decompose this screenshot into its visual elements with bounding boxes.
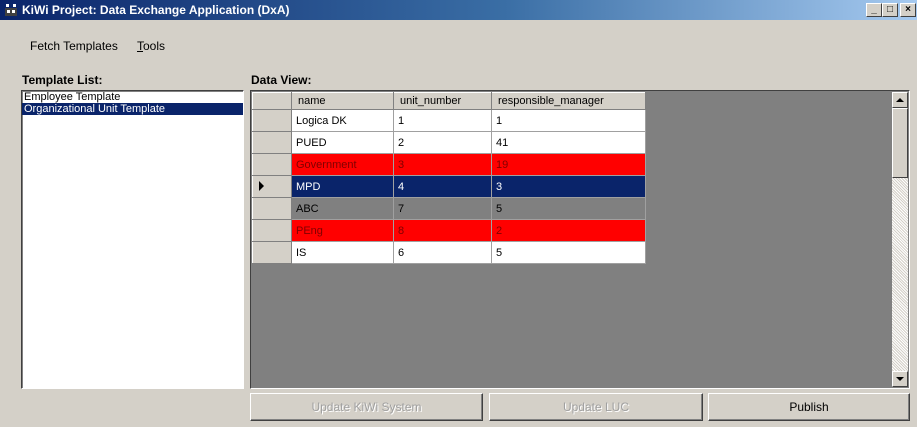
cell-unit-number[interactable]: 3 (393, 153, 492, 176)
column-header-name[interactable]: name (291, 92, 394, 110)
publish-button[interactable]: Publish (708, 393, 910, 421)
cell-name[interactable]: ABC (291, 197, 394, 220)
cell-name[interactable]: Government (291, 153, 394, 176)
close-button[interactable]: × (900, 3, 916, 17)
template-list-label: Template List: (22, 73, 103, 87)
update-luc-button[interactable]: Update LUC (489, 393, 703, 421)
column-header-responsible-manager[interactable]: responsible_manager (491, 92, 646, 110)
cell-name[interactable]: PEng (291, 219, 394, 242)
list-item-organizational-unit-template[interactable]: Organizational Unit Template (22, 103, 243, 115)
data-view-label: Data View: (251, 73, 312, 87)
template-list[interactable]: Employee Template Organizational Unit Te… (21, 90, 244, 389)
maximize-button[interactable]: □ (882, 3, 898, 17)
scroll-up-button[interactable] (892, 92, 908, 108)
row-header[interactable] (252, 109, 292, 132)
menu-tools-label: ools (143, 39, 166, 53)
cell-responsible-manager[interactable]: 5 (491, 197, 646, 220)
row-header[interactable] (252, 241, 292, 264)
cell-responsible-manager[interactable]: 41 (491, 131, 646, 154)
column-header-unit-number[interactable]: unit_number (393, 92, 492, 110)
table-row[interactable]: IS 6 5 (252, 241, 646, 264)
vertical-scrollbar[interactable] (892, 92, 908, 387)
cell-responsible-manager[interactable]: 5 (491, 241, 646, 264)
update-kiwi-system-button[interactable]: Update KiWi System (250, 393, 483, 421)
current-row-arrow-icon (259, 181, 264, 191)
cell-name[interactable]: PUED (291, 131, 394, 154)
cell-responsible-manager[interactable]: 19 (491, 153, 646, 176)
cell-unit-number[interactable]: 4 (393, 175, 492, 198)
scroll-down-button[interactable] (892, 371, 908, 387)
corner-header (252, 92, 292, 110)
row-header[interactable] (252, 219, 292, 242)
header-row: name unit_number responsible_manager (252, 92, 646, 110)
table-row[interactable]: ABC 7 5 (252, 197, 646, 220)
cell-responsible-manager[interactable]: 2 (491, 219, 646, 242)
table-row[interactable]: Government 3 19 (252, 153, 646, 176)
window-title: KiWi Project: Data Exchange Application … (22, 3, 290, 17)
row-header[interactable] (252, 197, 292, 220)
menu-tools[interactable]: Tools (137, 39, 165, 53)
row-header[interactable] (252, 153, 292, 176)
data-table: name unit_number responsible_manager Log… (252, 92, 646, 264)
table-row[interactable]: Logica DK 1 1 (252, 109, 646, 132)
cell-responsible-manager[interactable]: 1 (491, 109, 646, 132)
cell-responsible-manager[interactable]: 3 (491, 175, 646, 198)
cell-name[interactable]: Logica DK (291, 109, 394, 132)
kiwi-app-icon (5, 4, 17, 16)
list-item-employee-template[interactable]: Employee Template (22, 91, 243, 103)
table-row-selected[interactable]: MPD 4 3 (252, 175, 646, 198)
table-row[interactable]: PUED 2 41 (252, 131, 646, 154)
arrow-down-icon (896, 377, 904, 381)
title-bar: KiWi Project: Data Exchange Application … (0, 0, 917, 20)
menu-fetch-templates[interactable]: Fetch Templates (30, 39, 118, 53)
row-header[interactable] (252, 175, 292, 198)
cell-unit-number[interactable]: 1 (393, 109, 492, 132)
cell-unit-number[interactable]: 8 (393, 219, 492, 242)
row-header[interactable] (252, 131, 292, 154)
data-grid[interactable]: name unit_number responsible_manager Log… (250, 90, 910, 389)
table-row[interactable]: PEng 8 2 (252, 219, 646, 242)
scrollbar-thumb[interactable] (892, 108, 908, 178)
cell-unit-number[interactable]: 2 (393, 131, 492, 154)
cell-unit-number[interactable]: 7 (393, 197, 492, 220)
menu-bar: Fetch Templates Tools (0, 20, 917, 53)
cell-name[interactable]: IS (291, 241, 394, 264)
cell-name[interactable]: MPD (291, 175, 394, 198)
arrow-up-icon (896, 98, 904, 102)
minimize-button[interactable]: _ (866, 3, 882, 17)
cell-unit-number[interactable]: 6 (393, 241, 492, 264)
